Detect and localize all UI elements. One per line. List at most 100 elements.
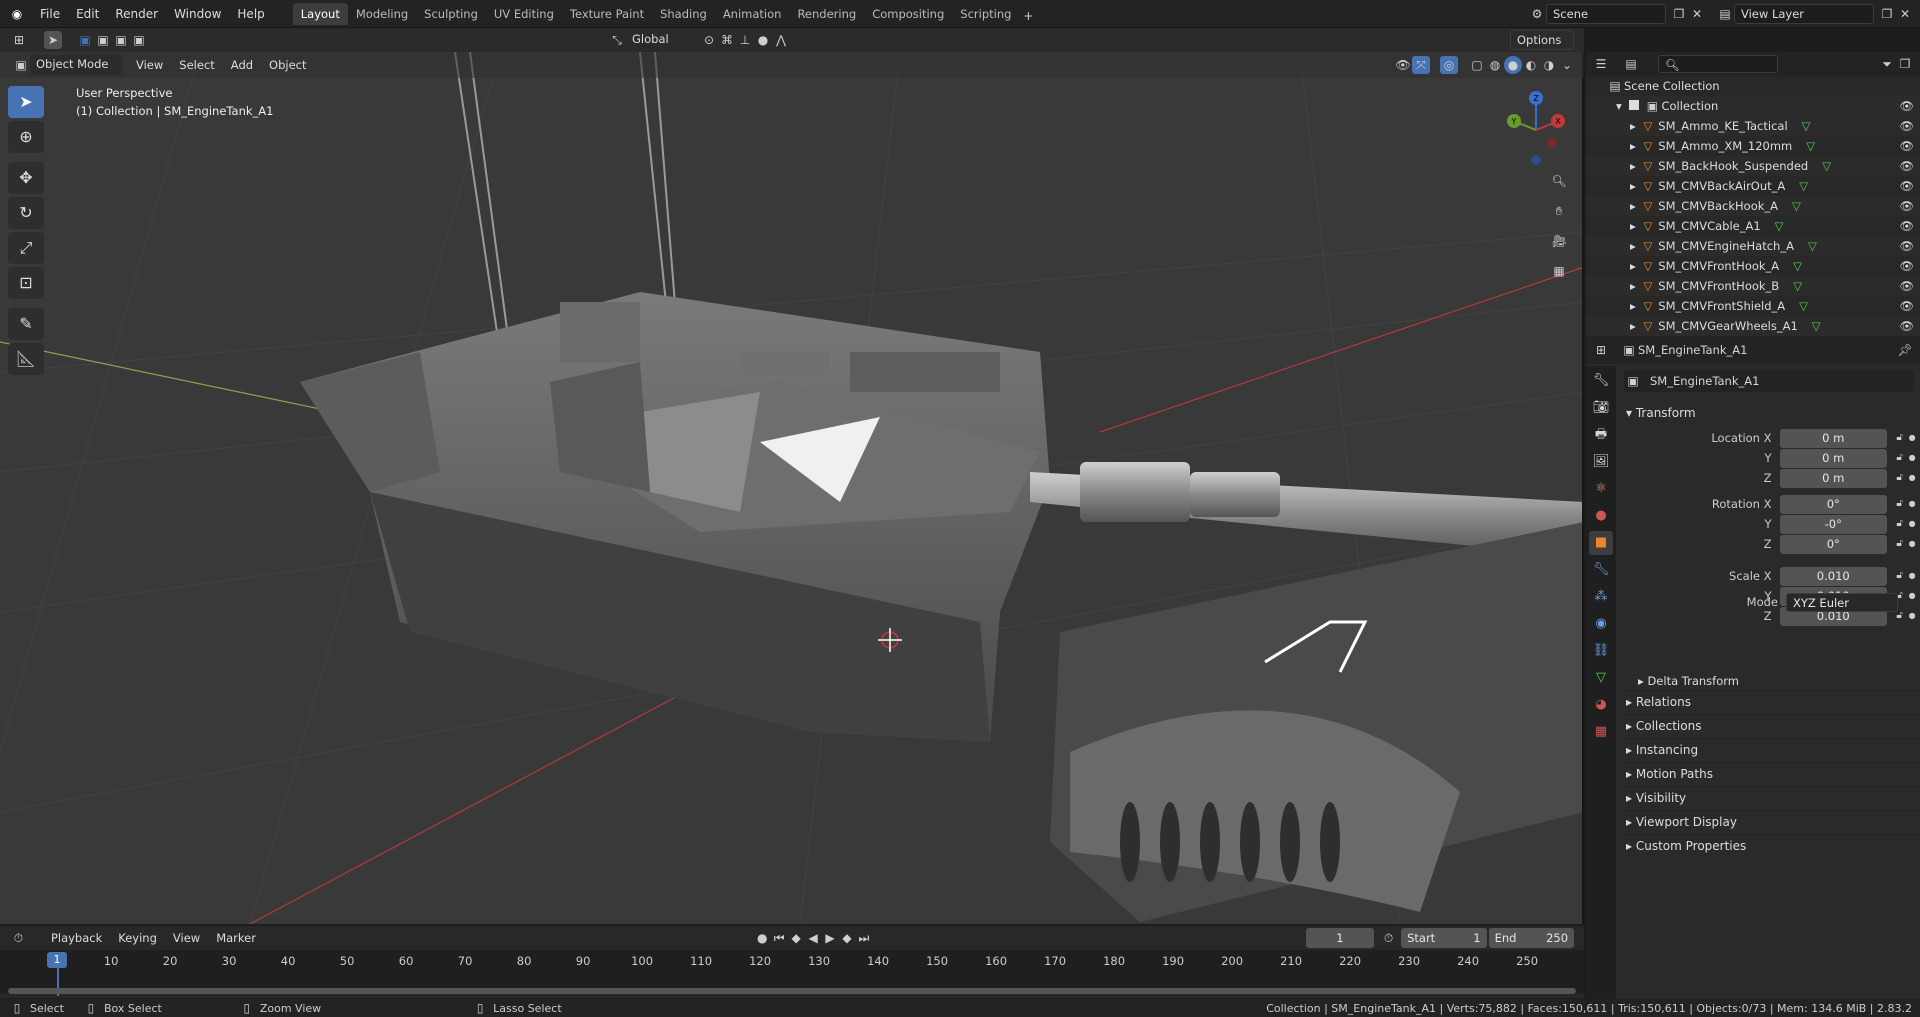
outliner-item[interactable]: ▸ ▽ SM_CMVGearWheels_A1 ▽ 👁︎ [1586, 316, 1920, 336]
render-tab-icon[interactable]: 📷︎ [1589, 396, 1613, 420]
pivot-icon[interactable]: ⊙ [700, 31, 718, 49]
options-button[interactable]: Options [1510, 30, 1574, 50]
timeline-menu-view[interactable]: View [165, 926, 208, 950]
add-workspace-icon[interactable]: + [1019, 7, 1037, 25]
panel-custom-properties[interactable]: ▸ Custom Properties [1626, 834, 1920, 856]
display-mode-icon[interactable]: ▤ [1622, 55, 1640, 73]
timeline-menu-keying[interactable]: Keying [110, 926, 165, 950]
play-icon[interactable]: ▶ [822, 929, 839, 947]
transform-tool-icon[interactable]: ⊡ [8, 267, 44, 299]
menu-help[interactable]: Help [229, 0, 272, 28]
expand-arrow-icon[interactable]: ▸ [1630, 319, 1639, 333]
output-tab-icon[interactable]: 🖶︎ [1589, 423, 1613, 447]
mode-dropdown[interactable]: Object Mode [30, 55, 122, 75]
scene-collection-row[interactable]: ▤ Scene Collection [1586, 76, 1920, 96]
lock-icon[interactable]: 🔓︎ [1891, 449, 1908, 467]
viewport-menu-add[interactable]: Add [223, 52, 261, 78]
jump-start-icon[interactable]: ⏮ [771, 929, 788, 947]
playhead[interactable]: 1 [47, 952, 67, 968]
snap-icon[interactable]: ⌘ [718, 31, 736, 49]
annotate-tool-icon[interactable]: ✎ [8, 308, 44, 340]
lock-icon[interactable]: 🔓︎ [1891, 429, 1908, 447]
pin-icon[interactable]: 📌︎ [1896, 341, 1914, 359]
world-tab-icon[interactable]: ● [1589, 504, 1613, 528]
object-name-field[interactable]: ▣ SM_EngineTank_A1 [1624, 370, 1914, 392]
eye-icon[interactable]: 👁︎ [1899, 116, 1914, 136]
menu-edit[interactable]: Edit [68, 0, 107, 28]
new-view-layer-icon[interactable]: ❐ [1878, 5, 1896, 23]
location-value-field[interactable]: 0 m [1779, 428, 1888, 448]
eye-icon[interactable]: 👁︎ [1899, 96, 1914, 116]
tab-modeling[interactable]: Modeling [348, 3, 416, 25]
select-tool-icon[interactable]: ➤ [44, 31, 62, 49]
menu-file[interactable]: File [32, 0, 68, 28]
delta-transform-header[interactable]: ▸ Delta Transform [1638, 670, 1920, 692]
select-mode-new-icon[interactable]: ▣ [76, 31, 94, 49]
physics-tab-icon[interactable]: ◉ [1589, 612, 1613, 636]
lock-icon[interactable]: 🔓︎ [1891, 567, 1908, 585]
grid-view-icon[interactable]: ▦ [1550, 262, 1568, 280]
collection-row[interactable]: ▾ ▣ Collection 👁︎ [1586, 96, 1920, 116]
select-mode-extend-icon[interactable]: ▣ [94, 31, 112, 49]
outliner-item[interactable]: ▸ ▽ SM_Ammo_KE_Tactical ▽ 👁︎ [1586, 116, 1920, 136]
tab-scripting[interactable]: Scripting [952, 3, 1019, 25]
rotation-value-field[interactable]: 0° [1779, 534, 1888, 554]
viewport-menu-select[interactable]: Select [171, 52, 222, 78]
eye-icon[interactable]: 👁︎ [1899, 216, 1914, 236]
data-tab-icon[interactable]: ▽ [1589, 666, 1613, 690]
solid-shading-icon[interactable]: ● [1504, 56, 1522, 74]
delete-scene-icon[interactable]: ✕ [1688, 5, 1706, 23]
expand-arrow-icon[interactable]: ▸ [1630, 279, 1639, 293]
viewport-menu-view[interactable]: View [128, 52, 171, 78]
blender-logo-icon[interactable]: ◉ [8, 5, 26, 23]
tool-tab-icon[interactable]: 🔧︎ [1589, 369, 1613, 393]
current-frame-field[interactable]: 1 [1305, 928, 1375, 948]
lock-icon[interactable]: 🔓︎ [1891, 495, 1908, 513]
expand-arrow-icon[interactable]: ▸ [1630, 219, 1639, 233]
view-layer-icon[interactable]: ▤ [1716, 5, 1734, 23]
material-shading-icon[interactable]: ◐ [1522, 56, 1540, 74]
material-tab-icon[interactable]: ◕ [1589, 693, 1613, 717]
lock-icon[interactable]: 🔓︎ [1891, 469, 1908, 487]
view-layer-selector[interactable]: View Layer [1734, 3, 1874, 24]
proportional-edit-icon[interactable]: ● [754, 31, 772, 49]
eye-icon[interactable]: 👁︎ [1899, 136, 1914, 156]
timeline-menu-playback[interactable]: Playback [43, 926, 110, 950]
shading-options-icon[interactable]: ⌄ [1558, 56, 1576, 74]
jump-keyframe-back-icon[interactable]: ◆ [788, 929, 805, 947]
panel-motion-paths[interactable]: ▸ Motion Paths [1626, 762, 1920, 784]
properties-editor-icon[interactable]: ⊞ [1592, 341, 1610, 359]
view-layer-tab-icon[interactable]: 🖼︎ [1589, 450, 1613, 474]
outliner-item[interactable]: ▸ ▽ SM_CMVCable_A1 ▽ 👁︎ [1586, 216, 1920, 236]
eye-icon[interactable]: 👁︎ [1899, 196, 1914, 216]
eye-icon[interactable]: 👁︎ [1899, 276, 1914, 296]
expand-arrow-icon[interactable]: ▸ [1630, 159, 1639, 173]
rotation-value-field[interactable]: -0° [1779, 514, 1888, 534]
falloff-icon[interactable]: ⋀ [772, 31, 790, 49]
eye-icon[interactable]: 👁︎ [1899, 316, 1914, 336]
keyframe-dot-icon[interactable]: ● [1908, 515, 1916, 533]
snap-target-icon[interactable]: ⊥ [736, 31, 754, 49]
outliner-editor-icon[interactable]: ☰ [1592, 55, 1610, 73]
rotate-tool-icon[interactable]: ↻ [8, 197, 44, 229]
expand-arrow-icon[interactable]: ▸ [1630, 119, 1639, 133]
overlay-toggle-icon[interactable]: ◎ [1440, 56, 1458, 74]
keyframe-dot-icon[interactable]: ● [1908, 567, 1916, 585]
tab-layout[interactable]: Layout [292, 2, 348, 25]
auto-keying-icon[interactable]: ● [754, 929, 771, 947]
modifier-tab-icon[interactable]: 🔧︎ [1589, 558, 1613, 582]
play-reverse-icon[interactable]: ◀ [805, 929, 822, 947]
panel-viewport-display[interactable]: ▸ Viewport Display [1626, 810, 1920, 832]
menu-render[interactable]: Render [107, 0, 166, 28]
particles-tab-icon[interactable]: ⁂ [1589, 585, 1613, 609]
eye-icon[interactable]: 👁︎ [1899, 156, 1914, 176]
tab-shading[interactable]: Shading [652, 3, 715, 25]
outliner-item[interactable]: ▸ ▽ SM_CMVBackHook_A ▽ 👁︎ [1586, 196, 1920, 216]
preview-range-icon[interactable]: ⏱ [1380, 929, 1397, 947]
move-tool-icon[interactable]: ✥ [8, 162, 44, 194]
outliner-item[interactable]: ▸ ▽ SM_CMVBackAirOut_A ▽ 👁︎ [1586, 176, 1920, 196]
scene-icon[interactable]: ⚙ [1528, 5, 1546, 23]
eye-icon[interactable]: 👁︎ [1899, 296, 1914, 316]
scale-value-field[interactable]: 0.010 [1779, 566, 1888, 586]
keyframe-dot-icon[interactable]: ● [1908, 449, 1916, 467]
